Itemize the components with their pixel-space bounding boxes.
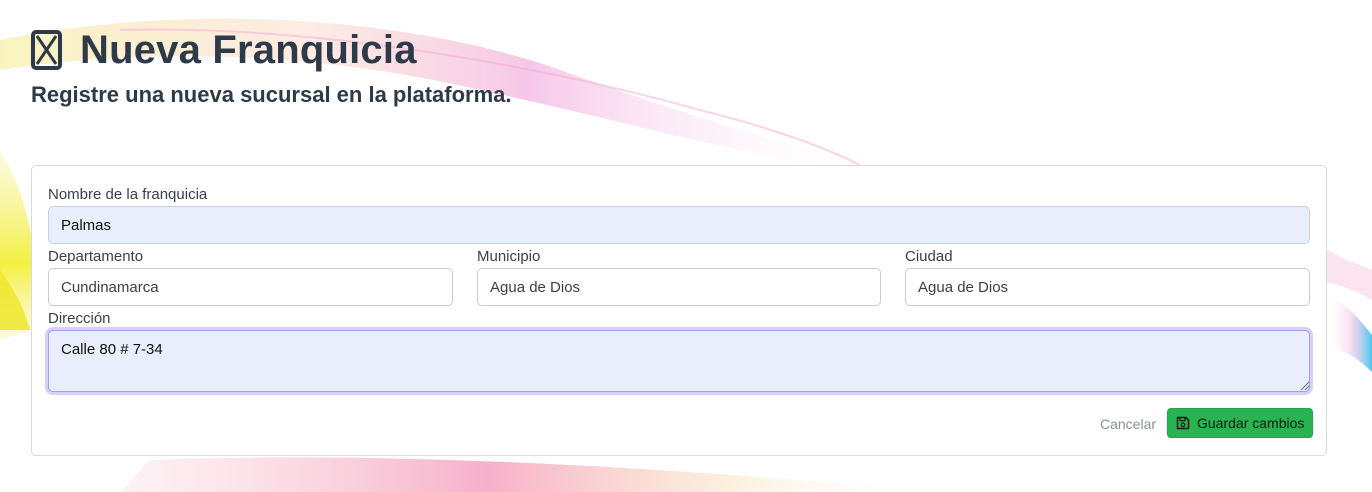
nombre-input[interactable] (48, 206, 1310, 244)
save-button[interactable]: Guardar cambios (1167, 408, 1314, 438)
franchise-form-card: Nombre de la franquicia Departamento Mun… (31, 165, 1327, 456)
ciudad-input[interactable] (905, 268, 1310, 306)
nombre-label: Nombre de la franquicia (48, 186, 208, 203)
ciudad-label: Ciudad (905, 248, 953, 265)
resize-handle-icon[interactable] (1300, 381, 1310, 391)
floppy-disk-icon (1176, 416, 1190, 430)
page: Nueva Franquicia Registre una nueva sucu… (0, 0, 1372, 492)
departamento-input[interactable] (48, 268, 453, 306)
municipio-label: Municipio (477, 248, 541, 265)
save-button-label: Guardar cambios (1197, 415, 1305, 431)
page-title: Nueva Franquicia (80, 28, 417, 72)
municipio-input[interactable] (477, 268, 881, 306)
page-subtitle: Registre una nueva sucursal en la plataf… (31, 82, 512, 107)
cancel-button[interactable]: Cancelar (1100, 416, 1156, 432)
direccion-label: Dirección (48, 310, 111, 327)
direccion-textarea[interactable]: Calle 80 # 7-34 (48, 330, 1310, 392)
page-header: Nueva Franquicia Registre una nueva sucu… (31, 28, 512, 108)
x-square-icon (31, 30, 62, 70)
departamento-label: Departamento (48, 248, 144, 265)
title-row: Nueva Franquicia (31, 28, 512, 72)
